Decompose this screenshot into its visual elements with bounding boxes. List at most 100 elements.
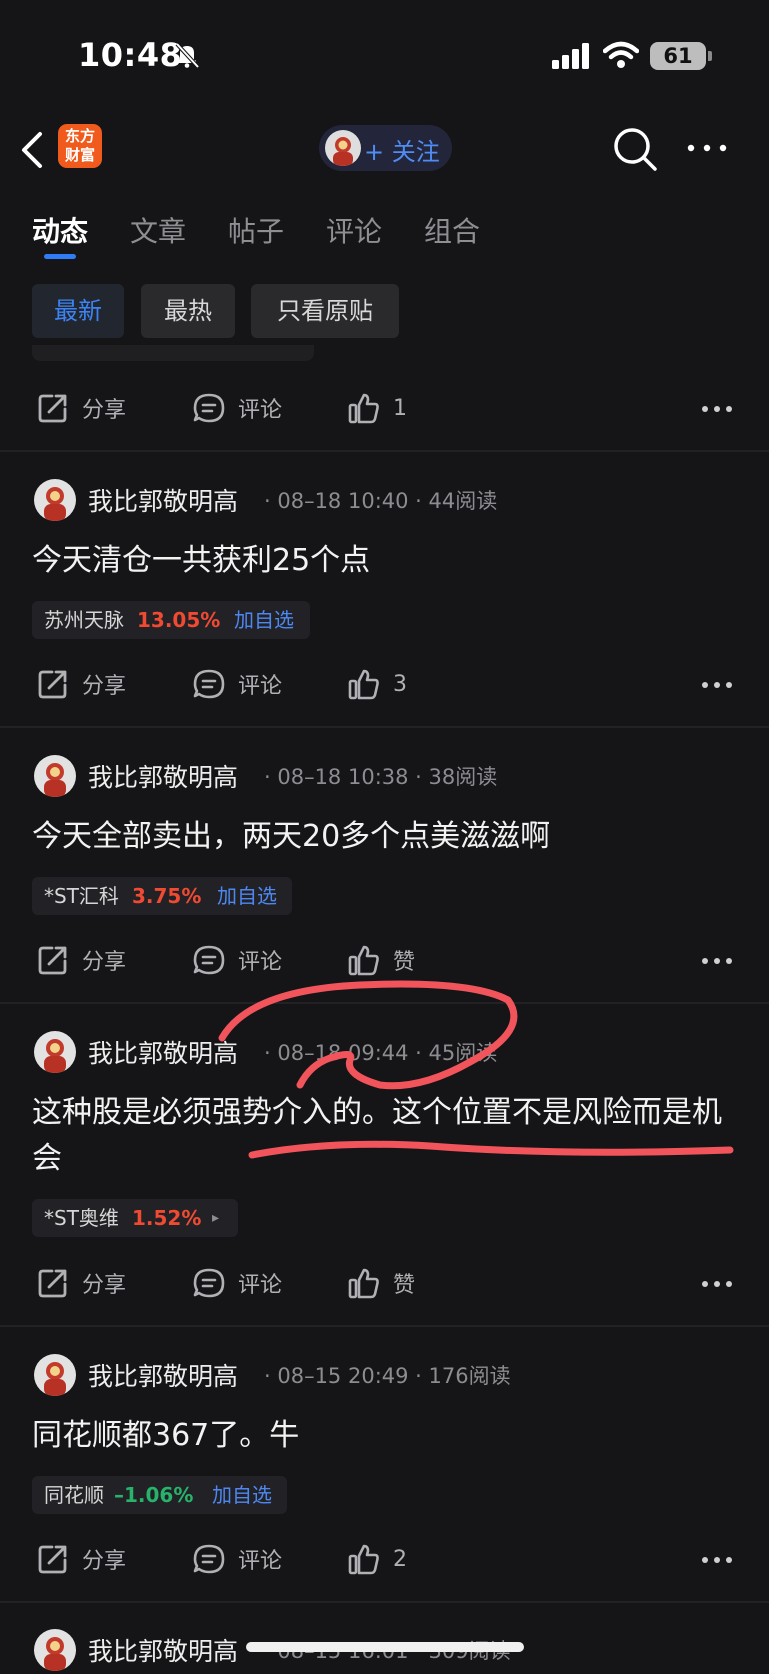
tab-dynamics[interactable]: 动态 xyxy=(32,210,88,250)
status-time: 10:48 xyxy=(78,36,183,74)
post-meta: · 08–18 09:44 · 45阅读 xyxy=(264,1041,498,1065)
author-avatar[interactable] xyxy=(34,1031,76,1073)
comment-icon xyxy=(193,393,225,423)
filter-hottest[interactable]: 最热 xyxy=(141,284,235,338)
post-text[interactable]: 今天全部卖出，两天20多个点美滋滋啊 xyxy=(32,814,737,860)
post-more-icon[interactable] xyxy=(701,1280,733,1288)
battery-tip xyxy=(708,51,712,61)
follow-label: + 关注 xyxy=(364,138,440,166)
like-label: 赞 xyxy=(393,950,416,975)
user-avatar xyxy=(325,130,361,166)
home-indicator[interactable] xyxy=(246,1642,524,1652)
app-logo[interactable]: 东方 财富 xyxy=(58,124,102,168)
comment-button[interactable]: 评论 xyxy=(192,1258,282,1308)
battery-indicator: 61 xyxy=(650,42,706,70)
comment-icon xyxy=(193,1544,225,1574)
like-button[interactable]: 赞 xyxy=(347,1258,415,1308)
filter-original-only[interactable]: 只看原贴 xyxy=(251,284,399,338)
stock-name: 苏州天脉 xyxy=(44,608,124,632)
comment-button[interactable]: 评论 xyxy=(192,659,282,709)
author-avatar[interactable] xyxy=(34,479,76,521)
like-count: 1 xyxy=(393,395,407,421)
post-text[interactable]: 同花顺都367了。牛 xyxy=(32,1413,737,1459)
search-icon[interactable] xyxy=(612,126,658,172)
comment-label: 评论 xyxy=(238,1549,283,1574)
profile-tabs: 动态 文章 帖子 评论 组合 xyxy=(0,200,769,260)
thumbs-up-icon xyxy=(348,669,379,700)
stock-name: *ST汇科 xyxy=(44,884,119,908)
silent-bell-icon xyxy=(175,42,200,69)
post-header: 我比郭敬明高 · 08–18 10:40 · 44阅读 xyxy=(0,476,769,524)
more-options-icon[interactable] xyxy=(685,140,729,156)
stock-tag[interactable]: *ST奥维 1.52% ▸ xyxy=(32,1199,238,1237)
stock-change: 3.75% xyxy=(132,884,202,908)
like-button[interactable]: 1 xyxy=(347,383,407,433)
author-avatar[interactable] xyxy=(34,1354,76,1396)
comment-button[interactable]: 评论 xyxy=(192,935,282,985)
author-name[interactable]: 我比郭敬明高 xyxy=(88,482,238,518)
tab-posts[interactable]: 帖子 xyxy=(228,210,284,250)
like-button[interactable]: 赞 xyxy=(347,935,415,985)
avatar-icon xyxy=(333,137,353,166)
share-button[interactable]: 分享 xyxy=(36,1534,126,1584)
stock-detail-arrow[interactable]: ▸ xyxy=(212,1199,219,1237)
stock-change: –1.06% xyxy=(114,1483,194,1507)
author-name[interactable]: 我比郭敬明高 xyxy=(88,1632,238,1668)
tab-portfolio[interactable]: 组合 xyxy=(424,210,480,250)
like-button[interactable]: 2 xyxy=(347,1534,407,1584)
share-label: 分享 xyxy=(82,674,127,699)
tab-comments[interactable]: 评论 xyxy=(326,210,382,250)
post-more-icon[interactable] xyxy=(701,405,733,413)
follow-button[interactable]: + 关注 xyxy=(319,125,452,171)
post-actions: 分享 评论 赞 xyxy=(0,935,769,985)
comment-icon xyxy=(193,945,225,975)
comment-button[interactable]: 评论 xyxy=(192,383,282,433)
post-more-icon[interactable] xyxy=(701,1556,733,1564)
add-watchlist-button[interactable]: 加自选 xyxy=(217,877,277,915)
stock-tag[interactable]: 同花顺 –1.06% 加自选 xyxy=(32,1476,287,1514)
avatar-icon xyxy=(44,487,66,521)
filter-latest[interactable]: 最新 xyxy=(32,284,124,338)
share-button[interactable]: 分享 xyxy=(36,659,126,709)
comment-button[interactable]: 评论 xyxy=(192,1534,282,1584)
author-name[interactable]: 我比郭敬明高 xyxy=(88,758,238,794)
post-text[interactable]: 这种股是必须强势介入的。这个位置不是风险而是机会 xyxy=(32,1090,737,1182)
like-label: 赞 xyxy=(393,1273,416,1298)
share-button[interactable]: 分享 xyxy=(36,935,126,985)
author-avatar[interactable] xyxy=(34,755,76,797)
comment-label: 评论 xyxy=(238,1273,283,1298)
divider xyxy=(0,726,769,728)
add-watchlist-button[interactable]: 加自选 xyxy=(212,1476,272,1514)
stock-tag[interactable]: *ST汇科 3.75% 加自选 xyxy=(32,877,292,915)
stock-tag[interactable]: 苏州天脉 13.05% 加自选 xyxy=(32,601,310,639)
tab-articles[interactable]: 文章 xyxy=(130,210,186,250)
add-watchlist-button[interactable]: 加自选 xyxy=(234,601,294,639)
avatar-icon xyxy=(44,1362,66,1396)
post-more-icon[interactable] xyxy=(701,681,733,689)
author-name[interactable]: 我比郭敬明高 xyxy=(88,1357,238,1393)
avatar-icon xyxy=(44,1039,66,1073)
share-icon xyxy=(38,394,67,423)
share-label: 分享 xyxy=(82,950,127,975)
post-header: 我比郭敬明高 · 08–18 09:44 · 45阅读 xyxy=(0,1028,769,1076)
author-name[interactable]: 我比郭敬明高 xyxy=(88,1034,238,1070)
post-meta: · 08–18 10:40 · 44阅读 xyxy=(264,489,498,513)
share-button[interactable]: 分享 xyxy=(36,1258,126,1308)
comment-icon xyxy=(193,1268,225,1298)
comment-label: 评论 xyxy=(238,398,283,423)
like-button[interactable]: 3 xyxy=(347,659,407,709)
post-actions: 分享 评论 赞 xyxy=(0,1258,769,1308)
post-more-icon[interactable] xyxy=(701,957,733,965)
post-actions: 分享 评论 2 xyxy=(0,1534,769,1584)
back-arrow-icon[interactable] xyxy=(18,130,48,170)
post-meta: · 08–18 10:38 · 38阅读 xyxy=(264,765,498,789)
comment-label: 评论 xyxy=(238,950,283,975)
avatar-icon xyxy=(44,763,66,797)
wifi-icon xyxy=(603,41,639,68)
share-icon xyxy=(38,1545,67,1574)
status-bar: 10:48 61 xyxy=(0,0,769,110)
share-label: 分享 xyxy=(82,1549,127,1574)
stock-change: 13.05% xyxy=(137,608,221,632)
share-button[interactable]: 分享 xyxy=(36,383,126,433)
post-text[interactable]: 今天清仓一共获利25个点 xyxy=(32,538,737,584)
